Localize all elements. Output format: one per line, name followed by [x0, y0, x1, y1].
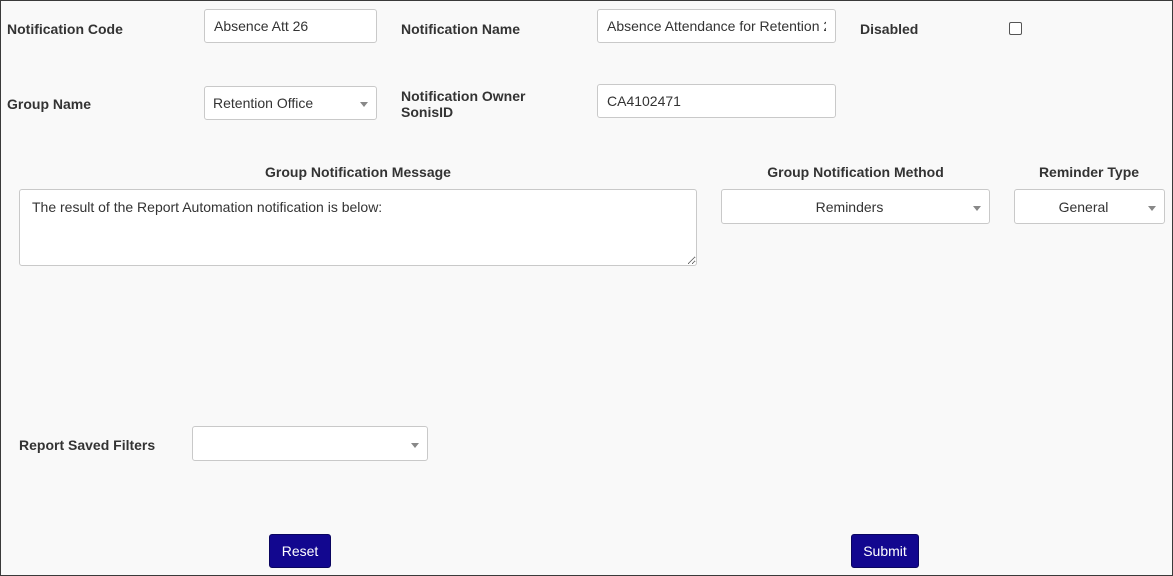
- submit-button[interactable]: Submit: [851, 534, 919, 568]
- chevron-down-icon: [411, 442, 419, 448]
- notification-owner-label: Notification Owner SonisID: [401, 88, 525, 120]
- disabled-label: Disabled: [860, 21, 919, 37]
- chevron-down-icon: [360, 102, 368, 107]
- notification-name-input[interactable]: [597, 9, 836, 43]
- report-saved-filters-label: Report Saved Filters: [19, 437, 156, 453]
- reminder-type-label: Reminder Type: [1038, 164, 1140, 180]
- group-name-value: Retention Office: [213, 95, 314, 111]
- notification-code-label: Notification Code: [7, 21, 123, 37]
- group-name-label: Group Name: [7, 96, 92, 112]
- group-name-select[interactable]: Retention Office: [204, 86, 377, 120]
- notification-owner-input[interactable]: [597, 84, 836, 118]
- group-message-label: Group Notification Message: [265, 164, 451, 180]
- chevron-down-icon: [1148, 205, 1156, 211]
- group-method-select[interactable]: Reminders: [721, 189, 990, 224]
- group-method-label: Group Notification Method: [767, 164, 944, 180]
- reminder-type-value: General: [1058, 198, 1109, 215]
- notification-code-input[interactable]: [204, 9, 377, 43]
- disabled-checkbox[interactable]: [1009, 22, 1022, 35]
- notification-owner-label-line2: SonisID: [401, 104, 454, 120]
- notification-form: Notification Code Notification Name Disa…: [0, 0, 1173, 576]
- notification-owner-label-line1: Notification Owner: [401, 88, 526, 104]
- report-saved-filters-select[interactable]: [192, 426, 428, 461]
- chevron-down-icon: [973, 205, 981, 211]
- notification-name-label: Notification Name: [401, 21, 521, 37]
- reminder-type-select[interactable]: General: [1014, 189, 1165, 224]
- group-message-textarea[interactable]: The result of the Report Automation noti…: [19, 189, 697, 266]
- group-method-value: Reminders: [815, 198, 884, 215]
- reset-button[interactable]: Reset: [269, 534, 331, 568]
